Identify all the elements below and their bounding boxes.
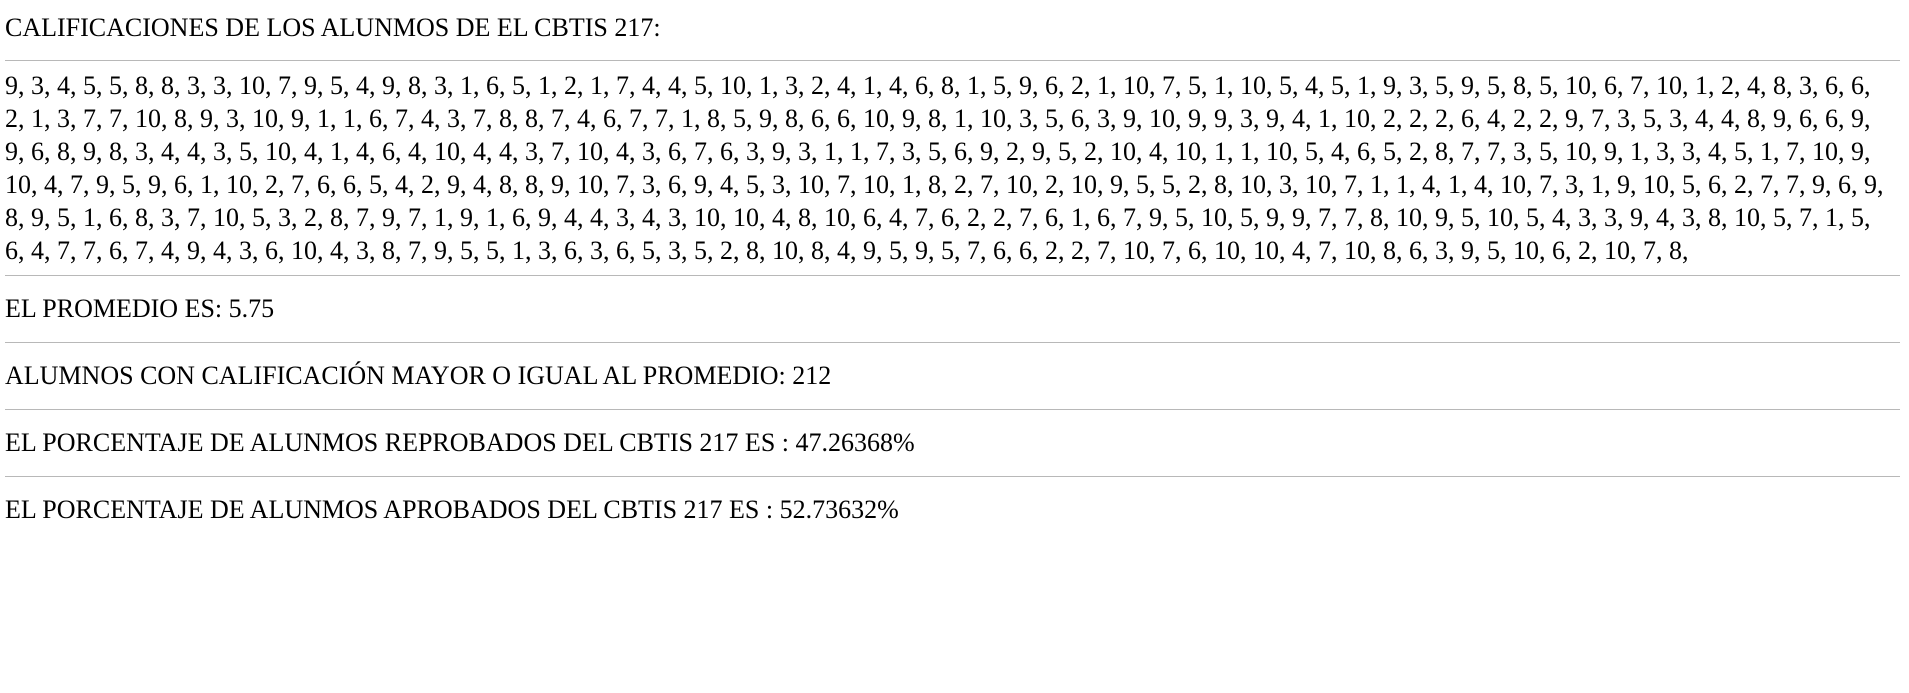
divider xyxy=(5,409,1900,410)
divider xyxy=(5,476,1900,477)
grades-list: 9, 3, 4, 5, 5, 8, 8, 3, 3, 10, 7, 9, 5, … xyxy=(5,71,1884,265)
passed-percentage-line: EL PORCENTAJE DE ALUNMOS APROBADOS DEL C… xyxy=(5,495,899,524)
above-average-count-line: ALUMNOS CON CALIFICACIÓN MAYOR O IGUAL A… xyxy=(5,361,832,390)
divider xyxy=(5,60,1900,61)
page-heading: CALIFICACIONES DE LOS ALUNMOS DE EL CBTI… xyxy=(5,13,661,42)
divider xyxy=(5,275,1900,276)
average-line: EL PROMEDIO ES: 5.75 xyxy=(5,294,275,323)
divider xyxy=(5,342,1900,343)
page-content: CALIFICACIONES DE LOS ALUNMOS DE EL CBTI… xyxy=(0,0,1900,535)
failed-percentage-line: EL PORCENTAJE DE ALUNMOS REPROBADOS DEL … xyxy=(5,428,915,457)
